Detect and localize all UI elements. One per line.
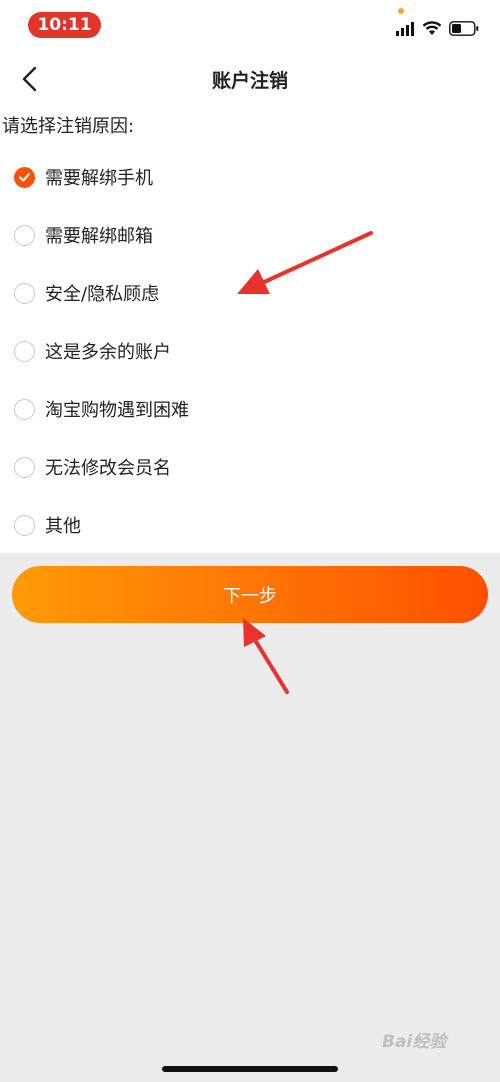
reason-option-label: 其他 — [45, 516, 81, 537]
nav-header: 账户注销 — [0, 50, 500, 106]
reason-options: 需要解绑手机 需要解绑邮箱 安全/隐私顾虑 这是多余的账户 淘宝购物遇到困难 无… — [0, 148, 500, 554]
reason-option-label: 需要解绑邮箱 — [45, 226, 153, 247]
screen: 10:11 账户注销 请选择注销原因: 需要解绑手机 需要解绑邮箱 安全/隐私顾… — [0, 0, 500, 1082]
reason-option-unbind-email[interactable]: 需要解绑邮箱 — [0, 206, 500, 264]
reason-option-privacy[interactable]: 安全/隐私顾虑 — [0, 264, 500, 322]
radio-unchecked-icon[interactable] — [14, 282, 35, 304]
radio-checked-icon[interactable] — [14, 166, 35, 188]
baidu-jingyan-watermark: Bai经验 — [382, 1032, 447, 1052]
radio-unchecked-icon[interactable] — [14, 340, 35, 362]
privacy-indicator-dot — [398, 8, 404, 14]
battery-icon — [449, 21, 479, 36]
home-indicator[interactable] — [162, 1066, 338, 1072]
reason-form: 请选择注销原因: 需要解绑手机 需要解绑邮箱 安全/隐私顾虑 这是多余的账户 淘… — [0, 106, 500, 553]
reason-prompt: 请选择注销原因: — [2, 116, 135, 137]
status-bar: 10:11 — [0, 0, 500, 50]
wifi-icon — [422, 21, 442, 35]
reason-option-extra-account[interactable]: 这是多余的账户 — [0, 322, 500, 380]
signal-icon — [396, 22, 414, 36]
radio-unchecked-icon[interactable] — [14, 398, 35, 420]
reason-option-label: 这是多余的账户 — [45, 342, 171, 363]
reason-option-shopping-difficulty[interactable]: 淘宝购物遇到困难 — [0, 380, 500, 438]
reason-option-label: 无法修改会员名 — [45, 458, 171, 479]
reason-option-label: 安全/隐私顾虑 — [45, 284, 160, 305]
radio-unchecked-icon[interactable] — [14, 514, 35, 536]
next-step-button[interactable]: 下一步 — [12, 566, 488, 623]
status-time: 10:11 — [28, 12, 101, 38]
reason-option-unbind-phone[interactable]: 需要解绑手机 — [0, 148, 500, 206]
page-title: 账户注销 — [211, 70, 288, 92]
reason-option-label: 淘宝购物遇到困难 — [45, 400, 189, 421]
reason-option-label: 需要解绑手机 — [45, 168, 153, 189]
annotation-arrow-next — [243, 618, 289, 694]
reason-option-cannot-rename[interactable]: 无法修改会员名 — [0, 438, 500, 496]
radio-unchecked-icon[interactable] — [14, 456, 35, 478]
radio-unchecked-icon[interactable] — [14, 224, 35, 246]
reason-option-other[interactable]: 其他 — [0, 496, 500, 554]
